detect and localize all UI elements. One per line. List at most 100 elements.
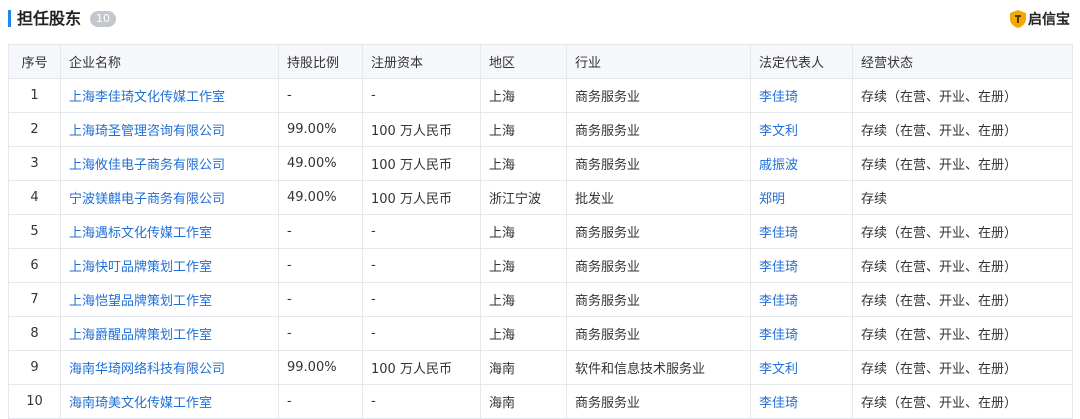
row-index: 2 bbox=[8, 112, 61, 147]
table-row: 8 上海爵醒品牌策划工作室 - - 上海 商务服务业 李佳琦 存续（在营、开业、… bbox=[8, 316, 1073, 351]
business-status: 存续（在营、开业、在册） bbox=[852, 78, 1073, 113]
column-header-index: 序号 bbox=[8, 44, 61, 79]
company-link[interactable]: 上海李佳琦文化传媒工作室 bbox=[60, 78, 279, 113]
registered-capital: - bbox=[362, 384, 481, 419]
region: 上海 bbox=[480, 78, 567, 113]
table-row: 3 上海攸佳电子商务有限公司 49.00% 100 万人民币 上海 商务服务业 … bbox=[8, 146, 1073, 181]
legal-rep-link[interactable]: 郑明 bbox=[750, 180, 853, 215]
region: 海南 bbox=[480, 384, 567, 419]
business-status: 存续（在营、开业、在册） bbox=[852, 112, 1073, 147]
title-accent-bar bbox=[8, 10, 11, 27]
business-status: 存续（在营、开业、在册） bbox=[852, 282, 1073, 317]
legal-rep-link[interactable]: 李佳琦 bbox=[750, 384, 853, 419]
brand-name: 启信宝 bbox=[1028, 12, 1070, 28]
table-header-row: 序号 企业名称 持股比例 注册资本 地区 行业 法定代表人 经营状态 bbox=[8, 44, 1073, 79]
share-ratio: - bbox=[278, 248, 363, 283]
business-status: 存续（在营、开业、在册） bbox=[852, 350, 1073, 385]
business-status: 存续（在营、开业、在册） bbox=[852, 146, 1073, 181]
legal-rep-link[interactable]: 李佳琦 bbox=[750, 78, 853, 113]
legal-rep-link[interactable]: 戚振波 bbox=[750, 146, 853, 181]
column-header-region: 地区 bbox=[480, 44, 567, 79]
registered-capital: - bbox=[362, 214, 481, 249]
company-link[interactable]: 上海爵醒品牌策划工作室 bbox=[60, 316, 279, 351]
count-badge: 10 bbox=[90, 11, 116, 27]
share-ratio: 49.00% bbox=[278, 180, 363, 215]
column-header-status: 经营状态 bbox=[852, 44, 1073, 79]
registered-capital: - bbox=[362, 78, 481, 113]
business-status: 存续（在营、开业、在册） bbox=[852, 248, 1073, 283]
share-ratio: - bbox=[278, 316, 363, 351]
company-link[interactable]: 上海恺望品牌策划工作室 bbox=[60, 282, 279, 317]
company-link[interactable]: 海南琦美文化传媒工作室 bbox=[60, 384, 279, 419]
table-row: 2 上海琦圣管理咨询有限公司 99.00% 100 万人民币 上海 商务服务业 … bbox=[8, 112, 1073, 147]
table-row: 5 上海遇标文化传媒工作室 - - 上海 商务服务业 李佳琦 存续（在营、开业、… bbox=[8, 214, 1073, 249]
legal-rep-link[interactable]: 李文利 bbox=[750, 350, 853, 385]
table-row: 6 上海快叮品牌策划工作室 - - 上海 商务服务业 李佳琦 存续（在营、开业、… bbox=[8, 248, 1073, 283]
industry: 软件和信息技术服务业 bbox=[566, 350, 751, 385]
region: 上海 bbox=[480, 112, 567, 147]
row-index: 5 bbox=[8, 214, 61, 249]
legal-rep-link[interactable]: 李文利 bbox=[750, 112, 853, 147]
registered-capital: - bbox=[362, 316, 481, 351]
registered-capital: - bbox=[362, 282, 481, 317]
row-index: 6 bbox=[8, 248, 61, 283]
section-header: 担任股东 10 启信宝 bbox=[0, 0, 1080, 40]
row-index: 3 bbox=[8, 146, 61, 181]
registered-capital: 100 万人民币 bbox=[362, 350, 481, 385]
company-link[interactable]: 上海攸佳电子商务有限公司 bbox=[60, 146, 279, 181]
registered-capital: 100 万人民币 bbox=[362, 180, 481, 215]
table-row: 4 宁波镁麒电子商务有限公司 49.00% 100 万人民币 浙江宁波 批发业 … bbox=[8, 180, 1073, 215]
share-ratio: 99.00% bbox=[278, 112, 363, 147]
company-link[interactable]: 海南华琦网络科技有限公司 bbox=[60, 350, 279, 385]
region: 海南 bbox=[480, 350, 567, 385]
column-header-industry: 行业 bbox=[566, 44, 751, 79]
region: 浙江宁波 bbox=[480, 180, 567, 215]
share-ratio: 99.00% bbox=[278, 350, 363, 385]
industry: 商务服务业 bbox=[566, 282, 751, 317]
industry: 商务服务业 bbox=[566, 316, 751, 351]
share-ratio: - bbox=[278, 282, 363, 317]
legal-rep-link[interactable]: 李佳琦 bbox=[750, 248, 853, 283]
legal-rep-link[interactable]: 李佳琦 bbox=[750, 316, 853, 351]
registered-capital: - bbox=[362, 248, 481, 283]
region: 上海 bbox=[480, 282, 567, 317]
row-index: 7 bbox=[8, 282, 61, 317]
legal-rep-link[interactable]: 李佳琦 bbox=[750, 282, 853, 317]
region: 上海 bbox=[480, 146, 567, 181]
region: 上海 bbox=[480, 214, 567, 249]
row-index: 4 bbox=[8, 180, 61, 215]
table-row: 7 上海恺望品牌策划工作室 - - 上海 商务服务业 李佳琦 存续（在营、开业、… bbox=[8, 282, 1073, 317]
row-index: 10 bbox=[8, 384, 61, 419]
shield-logo-icon bbox=[1010, 10, 1026, 28]
business-status: 存续（在营、开业、在册） bbox=[852, 316, 1073, 351]
section-title: 担任股东 bbox=[17, 9, 82, 28]
table-row: 1 上海李佳琦文化传媒工作室 - - 上海 商务服务业 李佳琦 存续（在营、开业… bbox=[8, 78, 1073, 113]
industry: 商务服务业 bbox=[566, 384, 751, 419]
share-ratio: 49.00% bbox=[278, 146, 363, 181]
column-header-ratio: 持股比例 bbox=[278, 44, 363, 79]
registered-capital: 100 万人民币 bbox=[362, 112, 481, 147]
industry: 批发业 bbox=[566, 180, 751, 215]
company-link[interactable]: 上海遇标文化传媒工作室 bbox=[60, 214, 279, 249]
industry: 商务服务业 bbox=[566, 146, 751, 181]
industry: 商务服务业 bbox=[566, 214, 751, 249]
row-index: 9 bbox=[8, 350, 61, 385]
shareholding-table: 序号 企业名称 持股比例 注册资本 地区 行业 法定代表人 经营状态 1 上海李… bbox=[8, 44, 1073, 419]
industry: 商务服务业 bbox=[566, 78, 751, 113]
column-header-company: 企业名称 bbox=[60, 44, 279, 79]
company-link[interactable]: 上海琦圣管理咨询有限公司 bbox=[60, 112, 279, 147]
share-ratio: - bbox=[278, 78, 363, 113]
legal-rep-link[interactable]: 李佳琦 bbox=[750, 214, 853, 249]
registered-capital: 100 万人民币 bbox=[362, 146, 481, 181]
row-index: 1 bbox=[8, 78, 61, 113]
share-ratio: - bbox=[278, 384, 363, 419]
column-header-legal-rep: 法定代表人 bbox=[750, 44, 853, 79]
company-link[interactable]: 上海快叮品牌策划工作室 bbox=[60, 248, 279, 283]
row-index: 8 bbox=[8, 316, 61, 351]
company-link[interactable]: 宁波镁麒电子商务有限公司 bbox=[60, 180, 279, 215]
business-status: 存续（在营、开业、在册） bbox=[852, 214, 1073, 249]
column-header-capital: 注册资本 bbox=[362, 44, 481, 79]
industry: 商务服务业 bbox=[566, 248, 751, 283]
share-ratio: - bbox=[278, 214, 363, 249]
brand-logo: 启信宝 bbox=[1010, 9, 1070, 29]
